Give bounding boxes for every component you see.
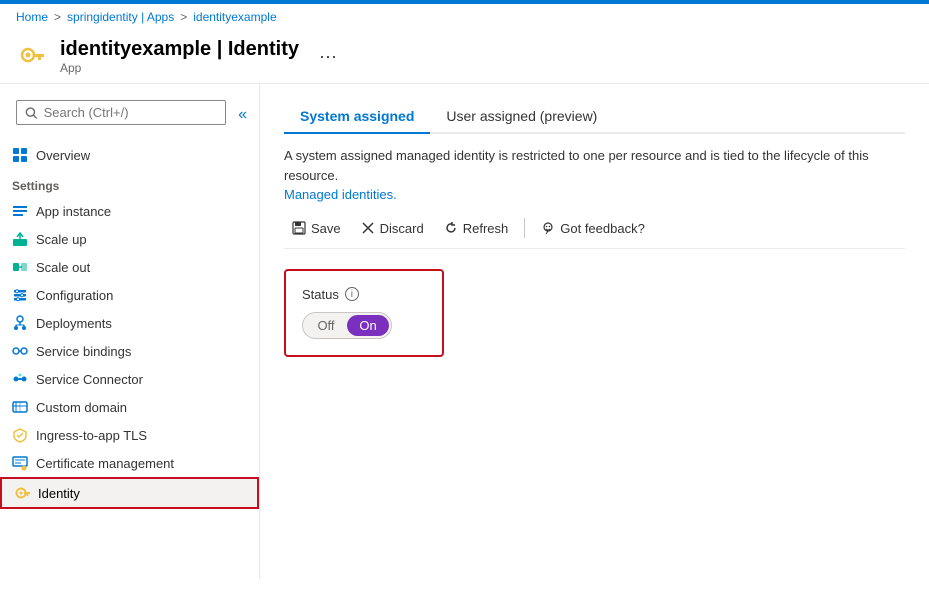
content-area: System assigned User assigned (preview) … <box>260 84 929 579</box>
sidebar-item-service-bindings[interactable]: Service bindings <box>0 337 259 365</box>
certificate-management-icon <box>12 455 28 471</box>
configuration-icon <box>12 287 28 303</box>
sidebar: « Overview Settings <box>0 84 260 579</box>
service-connector-icon <box>12 371 28 387</box>
toolbar: Save Discard Refresh <box>284 209 905 249</box>
scale-out-label: Scale out <box>36 260 90 275</box>
sidebar-item-ingress-tls[interactable]: Ingress-to-app TLS <box>0 421 259 449</box>
managed-identities-link[interactable]: Managed identities. <box>284 187 397 202</box>
sidebar-item-deployments[interactable]: Deployments <box>0 309 259 337</box>
breadcrumb: Home > springidentity | Apps > identitye… <box>0 4 929 30</box>
description-text: A system assigned managed identity is re… <box>284 146 905 205</box>
tls-svg <box>12 427 28 443</box>
deploy-svg <box>12 315 28 331</box>
tab-user-assigned[interactable]: User assigned (preview) <box>430 100 613 134</box>
service-bindings-label: Service bindings <box>36 344 131 359</box>
feedback-icon <box>541 221 555 235</box>
identity-key-icon <box>16 41 48 73</box>
breadcrumb-current[interactable]: identityexample <box>193 10 276 24</box>
feedback-button[interactable]: Got feedback? <box>533 217 653 240</box>
search-input[interactable] <box>44 105 217 120</box>
custom-domain-label: Custom domain <box>36 400 127 415</box>
sidebar-item-overview[interactable]: Overview <box>0 141 259 169</box>
custom-domain-icon <box>12 399 28 415</box>
config-svg <box>12 287 28 303</box>
page-title: identityexample | Identity <box>60 38 299 61</box>
identity-icon <box>14 485 30 501</box>
tab-system-assigned[interactable]: System assigned <box>284 100 430 134</box>
search-icon <box>25 106 38 120</box>
cert-svg <box>12 455 28 471</box>
certificate-management-label: Certificate management <box>36 456 174 471</box>
tabs-container: System assigned User assigned (preview) <box>284 100 905 134</box>
breadcrumb-home[interactable]: Home <box>16 10 48 24</box>
breadcrumb-apps[interactable]: springidentity | Apps <box>67 10 174 24</box>
toggle-on-option[interactable]: On <box>347 315 389 336</box>
app-instance-label: App instance <box>36 204 111 219</box>
refresh-icon <box>444 221 458 235</box>
sidebar-search-box[interactable] <box>16 100 226 125</box>
bind-svg <box>12 343 28 359</box>
scale-up-svg <box>12 231 28 247</box>
breadcrumb-sep-2: > <box>180 10 187 24</box>
status-info-icon[interactable]: i <box>345 287 359 301</box>
page-subtitle: App <box>60 61 299 75</box>
deployments-label: Deployments <box>36 316 112 331</box>
app-instance-icon <box>12 203 28 219</box>
sidebar-item-scale-up[interactable]: Scale up <box>0 225 259 253</box>
main-layout: « Overview Settings <box>0 84 929 579</box>
status-toggle[interactable]: Off On <box>302 312 392 339</box>
more-options-icon[interactable]: ··· <box>319 46 337 67</box>
sidebar-item-identity[interactable]: Identity <box>0 477 259 509</box>
page-header: identityexample | Identity App ··· <box>0 30 929 84</box>
ingress-tls-icon <box>12 427 28 443</box>
scale-up-label: Scale up <box>36 232 87 247</box>
breadcrumb-sep-1: > <box>54 10 61 24</box>
page-header-icon <box>16 41 48 73</box>
service-bindings-icon <box>12 343 28 359</box>
service-connector-label: Service Connector <box>36 372 143 387</box>
overview-icon <box>12 147 28 163</box>
status-box: Status i Off On <box>284 269 444 357</box>
settings-section-label: Settings <box>0 169 259 197</box>
identity-label: Identity <box>38 486 80 501</box>
ingress-tls-label: Ingress-to-app TLS <box>36 428 147 443</box>
sidebar-item-custom-domain[interactable]: Custom domain <box>0 393 259 421</box>
overview-label: Overview <box>36 148 90 163</box>
deployments-icon <box>12 315 28 331</box>
app-instance-svg <box>12 203 28 219</box>
page-header-title: identityexample | Identity App <box>60 38 299 75</box>
sidebar-item-service-connector[interactable]: Service Connector <box>0 365 259 393</box>
toolbar-divider <box>524 218 525 238</box>
connector-svg <box>12 371 28 387</box>
sidebar-item-scale-out[interactable]: Scale out <box>0 253 259 281</box>
identity-svg <box>14 485 30 501</box>
sidebar-item-app-instance[interactable]: App instance <box>0 197 259 225</box>
scale-out-icon <box>12 259 28 275</box>
domain-svg <box>12 399 28 415</box>
discard-button[interactable]: Discard <box>353 217 432 240</box>
overview-svg-icon <box>12 147 28 163</box>
sidebar-search-row: « <box>8 96 251 133</box>
status-label: Status i <box>302 287 426 302</box>
configuration-label: Configuration <box>36 288 113 303</box>
scale-out-svg <box>12 259 28 275</box>
scale-up-icon <box>12 231 28 247</box>
save-button[interactable]: Save <box>284 217 349 240</box>
sidebar-item-configuration[interactable]: Configuration <box>0 281 259 309</box>
sidebar-item-certificate-management[interactable]: Certificate management <box>0 449 259 477</box>
collapse-sidebar-icon[interactable]: « <box>234 106 251 124</box>
toggle-off-option[interactable]: Off <box>305 315 347 336</box>
refresh-button[interactable]: Refresh <box>436 217 517 240</box>
save-icon <box>292 221 306 235</box>
discard-icon <box>361 221 375 235</box>
